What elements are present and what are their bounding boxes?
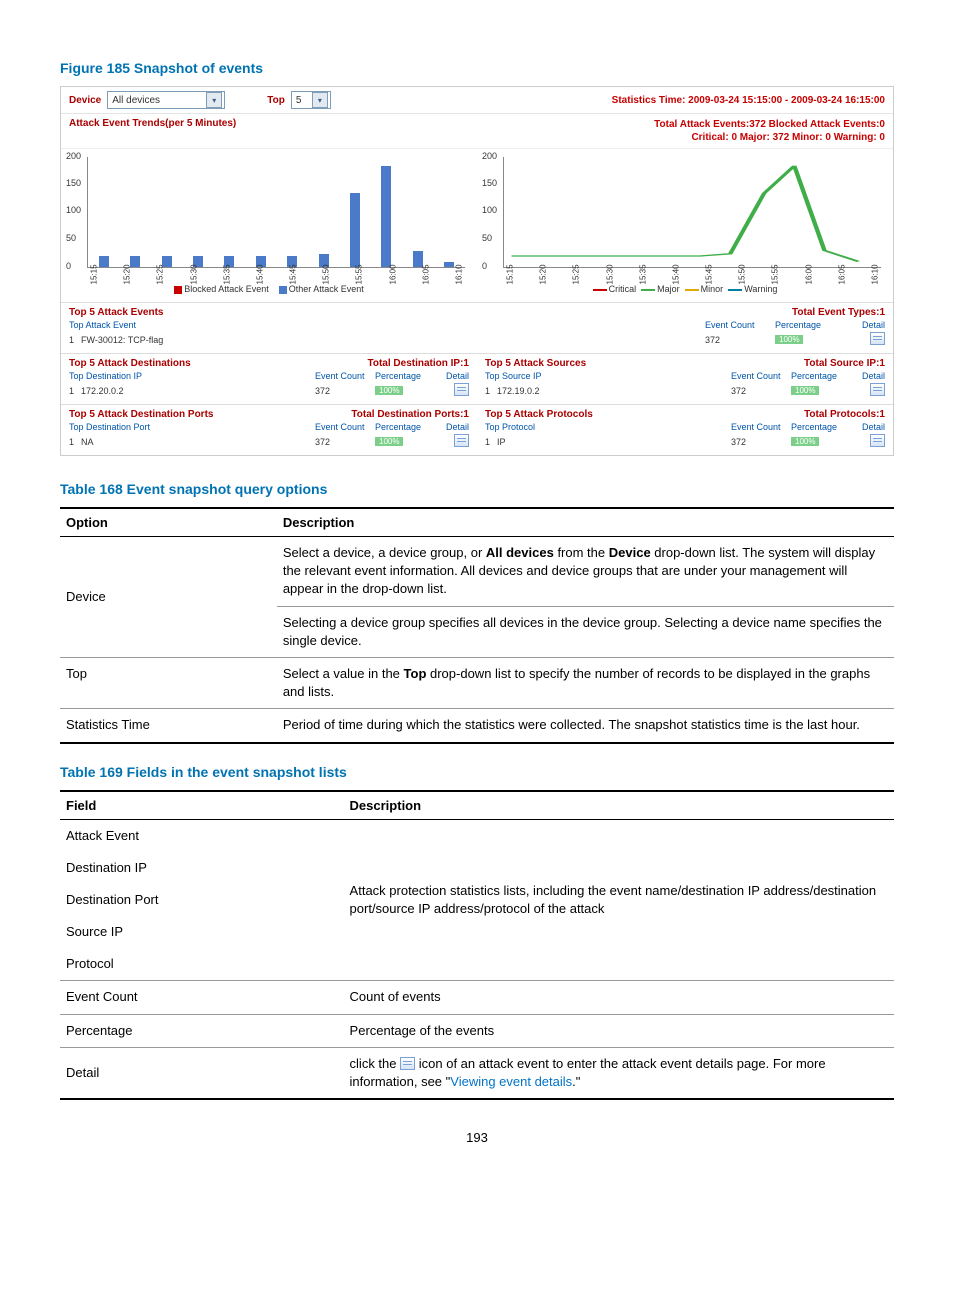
events-snapshot-screenshot: Device All devices ▾ Top 5 ▾ Statistics … — [60, 86, 894, 456]
device-desc-2: Selecting a device group specifies all d… — [277, 606, 894, 657]
top5-destination-ports: Top 5 Attack Destination PortsTotal Dest… — [61, 404, 477, 455]
top5-attack-destinations: Top 5 Attack DestinationsTotal Destinati… — [61, 353, 477, 404]
table-169: FieldDescription Attack EventAttack prot… — [60, 790, 894, 1101]
page-number: 193 — [60, 1130, 894, 1145]
attack-trends-bar-chart: 0 50 100 150 200 15:1515:2015:2515:3015:… — [61, 149, 477, 302]
statistics-time-label: Statistics Time: 2009-03-24 15:15:00 - 2… — [612, 95, 885, 106]
top-label: Top — [267, 95, 285, 106]
detail-icon — [400, 1057, 415, 1070]
device-label: Device — [69, 95, 101, 106]
table-168: OptionDescription Device Select a device… — [60, 507, 894, 744]
totals-block: Total Attack Events:372 Blocked Attack E… — [654, 118, 885, 144]
viewing-event-details-link[interactable]: Viewing event details — [450, 1074, 572, 1089]
detail-icon[interactable] — [870, 332, 885, 345]
statistics-time-desc: Period of time during which the statisti… — [277, 709, 894, 743]
top-desc: Select a value in the Top drop-down list… — [277, 657, 894, 708]
option-statistics-time: Statistics Time — [60, 709, 277, 743]
chevron-down-icon: ▾ — [312, 92, 328, 108]
option-device: Device — [60, 537, 277, 658]
device-select-value: All devices — [112, 95, 160, 106]
top5-attack-sources: Top 5 Attack SourcesTotal Source IP:1 To… — [477, 353, 893, 404]
detail-icon[interactable] — [454, 434, 469, 447]
device-desc-1: Select a device, a device group, or All … — [277, 537, 894, 607]
table-169-title: Table 169 Fields in the event snapshot l… — [60, 764, 894, 780]
top5-attack-events: Top 5 Attack EventsTotal Event Types:1 T… — [61, 302, 893, 353]
figure-title: Figure 185 Snapshot of events — [60, 60, 894, 76]
chevron-down-icon: ▾ — [206, 92, 222, 108]
top-select[interactable]: 5 ▾ — [291, 91, 331, 109]
trends-title: Attack Event Trends(per 5 Minutes) — [69, 118, 236, 129]
severity-line-chart: 0 50 100 150 200 15:1515:2015:2515:3015:… — [477, 149, 893, 302]
detail-icon[interactable] — [454, 383, 469, 396]
option-top: Top — [60, 657, 277, 708]
top-select-value: 5 — [296, 95, 302, 106]
detail-icon[interactable] — [870, 383, 885, 396]
table-168-title: Table 168 Event snapshot query options — [60, 481, 894, 497]
detail-icon[interactable] — [870, 434, 885, 447]
top5-attack-protocols: Top 5 Attack ProtocolsTotal Protocols:1 … — [477, 404, 893, 455]
device-select[interactable]: All devices ▾ — [107, 91, 225, 109]
